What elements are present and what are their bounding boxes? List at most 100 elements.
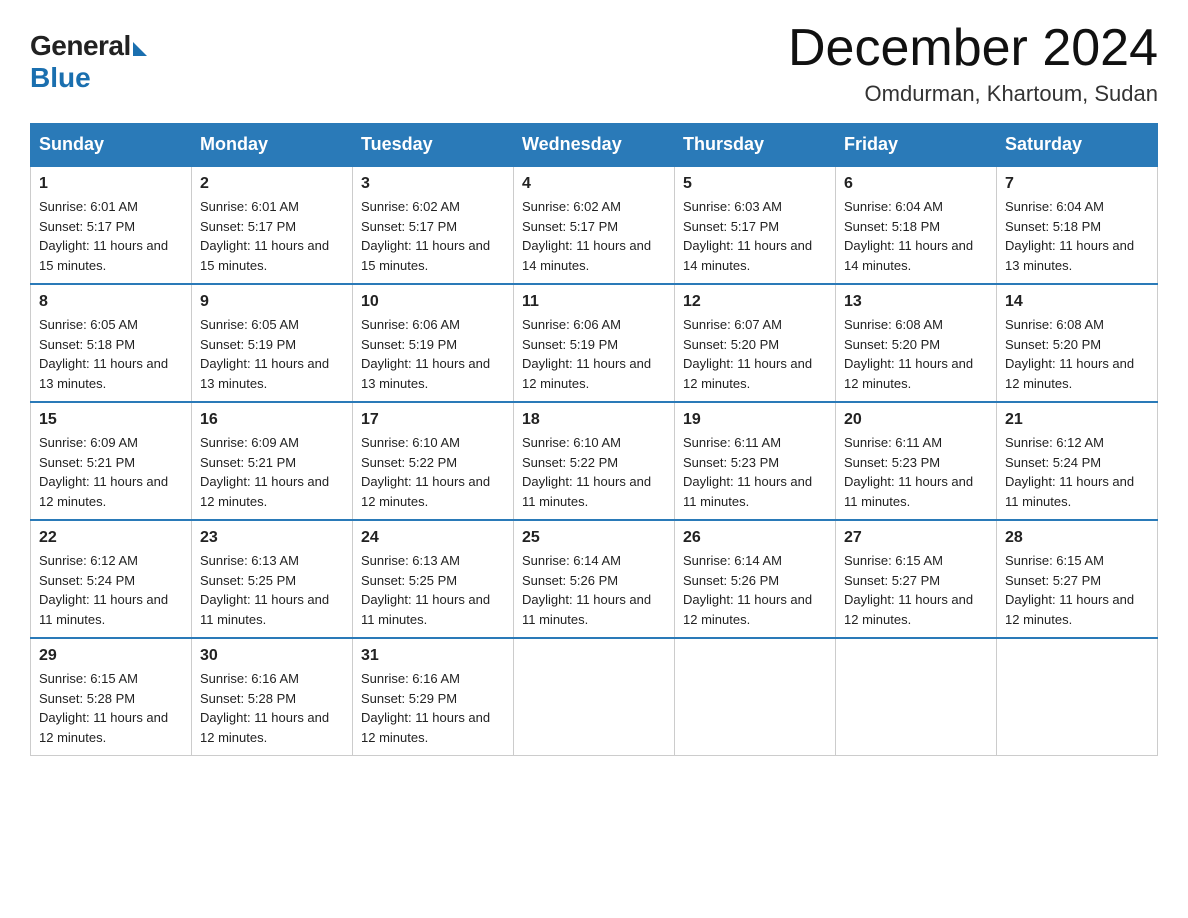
calendar-cell: 29 Sunrise: 6:15 AMSunset: 5:28 PMDaylig… bbox=[31, 638, 192, 756]
calendar-cell: 1 Sunrise: 6:01 AMSunset: 5:17 PMDayligh… bbox=[31, 166, 192, 284]
calendar-cell: 23 Sunrise: 6:13 AMSunset: 5:25 PMDaylig… bbox=[192, 520, 353, 638]
day-number: 24 bbox=[361, 529, 505, 547]
day-info: Sunrise: 6:08 AMSunset: 5:20 PMDaylight:… bbox=[1005, 315, 1149, 393]
day-number: 8 bbox=[39, 293, 183, 311]
day-header-wednesday: Wednesday bbox=[514, 124, 675, 167]
day-number: 23 bbox=[200, 529, 344, 547]
day-info: Sunrise: 6:15 AMSunset: 5:27 PMDaylight:… bbox=[844, 551, 988, 629]
day-number: 17 bbox=[361, 411, 505, 429]
day-number: 30 bbox=[200, 647, 344, 665]
day-number: 25 bbox=[522, 529, 666, 547]
calendar-cell: 9 Sunrise: 6:05 AMSunset: 5:19 PMDayligh… bbox=[192, 284, 353, 402]
day-info: Sunrise: 6:01 AMSunset: 5:17 PMDaylight:… bbox=[39, 197, 183, 275]
day-info: Sunrise: 6:16 AMSunset: 5:28 PMDaylight:… bbox=[200, 669, 344, 747]
logo: General Blue bbox=[30, 30, 147, 94]
day-info: Sunrise: 6:05 AMSunset: 5:18 PMDaylight:… bbox=[39, 315, 183, 393]
day-number: 11 bbox=[522, 293, 666, 311]
day-number: 16 bbox=[200, 411, 344, 429]
calendar-cell: 20 Sunrise: 6:11 AMSunset: 5:23 PMDaylig… bbox=[836, 402, 997, 520]
calendar-cell: 15 Sunrise: 6:09 AMSunset: 5:21 PMDaylig… bbox=[31, 402, 192, 520]
day-number: 13 bbox=[844, 293, 988, 311]
day-number: 5 bbox=[683, 175, 827, 193]
calendar-cell: 22 Sunrise: 6:12 AMSunset: 5:24 PMDaylig… bbox=[31, 520, 192, 638]
day-info: Sunrise: 6:03 AMSunset: 5:17 PMDaylight:… bbox=[683, 197, 827, 275]
day-number: 28 bbox=[1005, 529, 1149, 547]
day-info: Sunrise: 6:02 AMSunset: 5:17 PMDaylight:… bbox=[361, 197, 505, 275]
day-number: 1 bbox=[39, 175, 183, 193]
day-info: Sunrise: 6:05 AMSunset: 5:19 PMDaylight:… bbox=[200, 315, 344, 393]
calendar-cell: 4 Sunrise: 6:02 AMSunset: 5:17 PMDayligh… bbox=[514, 166, 675, 284]
day-info: Sunrise: 6:10 AMSunset: 5:22 PMDaylight:… bbox=[522, 433, 666, 511]
day-number: 6 bbox=[844, 175, 988, 193]
calendar-week-row: 8 Sunrise: 6:05 AMSunset: 5:18 PMDayligh… bbox=[31, 284, 1158, 402]
calendar-cell: 30 Sunrise: 6:16 AMSunset: 5:28 PMDaylig… bbox=[192, 638, 353, 756]
day-header-monday: Monday bbox=[192, 124, 353, 167]
calendar-cell bbox=[997, 638, 1158, 756]
day-info: Sunrise: 6:06 AMSunset: 5:19 PMDaylight:… bbox=[522, 315, 666, 393]
month-year-title: December 2024 bbox=[788, 20, 1158, 77]
day-info: Sunrise: 6:15 AMSunset: 5:28 PMDaylight:… bbox=[39, 669, 183, 747]
day-header-thursday: Thursday bbox=[675, 124, 836, 167]
day-info: Sunrise: 6:13 AMSunset: 5:25 PMDaylight:… bbox=[361, 551, 505, 629]
calendar-table: SundayMondayTuesdayWednesdayThursdayFrid… bbox=[30, 123, 1158, 756]
calendar-cell: 25 Sunrise: 6:14 AMSunset: 5:26 PMDaylig… bbox=[514, 520, 675, 638]
day-number: 9 bbox=[200, 293, 344, 311]
calendar-cell: 11 Sunrise: 6:06 AMSunset: 5:19 PMDaylig… bbox=[514, 284, 675, 402]
day-number: 31 bbox=[361, 647, 505, 665]
day-info: Sunrise: 6:01 AMSunset: 5:17 PMDaylight:… bbox=[200, 197, 344, 275]
day-number: 18 bbox=[522, 411, 666, 429]
day-info: Sunrise: 6:11 AMSunset: 5:23 PMDaylight:… bbox=[683, 433, 827, 511]
day-number: 22 bbox=[39, 529, 183, 547]
day-number: 15 bbox=[39, 411, 183, 429]
day-info: Sunrise: 6:06 AMSunset: 5:19 PMDaylight:… bbox=[361, 315, 505, 393]
day-number: 21 bbox=[1005, 411, 1149, 429]
day-info: Sunrise: 6:14 AMSunset: 5:26 PMDaylight:… bbox=[683, 551, 827, 629]
day-info: Sunrise: 6:07 AMSunset: 5:20 PMDaylight:… bbox=[683, 315, 827, 393]
day-number: 10 bbox=[361, 293, 505, 311]
calendar-header-row: SundayMondayTuesdayWednesdayThursdayFrid… bbox=[31, 124, 1158, 167]
day-info: Sunrise: 6:15 AMSunset: 5:27 PMDaylight:… bbox=[1005, 551, 1149, 629]
calendar-cell: 10 Sunrise: 6:06 AMSunset: 5:19 PMDaylig… bbox=[353, 284, 514, 402]
day-info: Sunrise: 6:11 AMSunset: 5:23 PMDaylight:… bbox=[844, 433, 988, 511]
calendar-cell: 6 Sunrise: 6:04 AMSunset: 5:18 PMDayligh… bbox=[836, 166, 997, 284]
calendar-cell: 2 Sunrise: 6:01 AMSunset: 5:17 PMDayligh… bbox=[192, 166, 353, 284]
calendar-cell: 26 Sunrise: 6:14 AMSunset: 5:26 PMDaylig… bbox=[675, 520, 836, 638]
calendar-cell: 12 Sunrise: 6:07 AMSunset: 5:20 PMDaylig… bbox=[675, 284, 836, 402]
day-header-tuesday: Tuesday bbox=[353, 124, 514, 167]
day-number: 12 bbox=[683, 293, 827, 311]
day-info: Sunrise: 6:08 AMSunset: 5:20 PMDaylight:… bbox=[844, 315, 988, 393]
day-info: Sunrise: 6:12 AMSunset: 5:24 PMDaylight:… bbox=[39, 551, 183, 629]
title-block: December 2024 Omdurman, Khartoum, Sudan bbox=[788, 20, 1158, 107]
day-info: Sunrise: 6:10 AMSunset: 5:22 PMDaylight:… bbox=[361, 433, 505, 511]
day-info: Sunrise: 6:02 AMSunset: 5:17 PMDaylight:… bbox=[522, 197, 666, 275]
day-number: 29 bbox=[39, 647, 183, 665]
calendar-cell: 17 Sunrise: 6:10 AMSunset: 5:22 PMDaylig… bbox=[353, 402, 514, 520]
logo-arrow-icon bbox=[133, 42, 147, 56]
calendar-cell: 3 Sunrise: 6:02 AMSunset: 5:17 PMDayligh… bbox=[353, 166, 514, 284]
day-info: Sunrise: 6:09 AMSunset: 5:21 PMDaylight:… bbox=[39, 433, 183, 511]
day-number: 3 bbox=[361, 175, 505, 193]
day-number: 27 bbox=[844, 529, 988, 547]
calendar-cell: 5 Sunrise: 6:03 AMSunset: 5:17 PMDayligh… bbox=[675, 166, 836, 284]
calendar-cell bbox=[514, 638, 675, 756]
day-info: Sunrise: 6:13 AMSunset: 5:25 PMDaylight:… bbox=[200, 551, 344, 629]
day-info: Sunrise: 6:04 AMSunset: 5:18 PMDaylight:… bbox=[1005, 197, 1149, 275]
calendar-cell: 7 Sunrise: 6:04 AMSunset: 5:18 PMDayligh… bbox=[997, 166, 1158, 284]
day-number: 19 bbox=[683, 411, 827, 429]
calendar-cell: 24 Sunrise: 6:13 AMSunset: 5:25 PMDaylig… bbox=[353, 520, 514, 638]
calendar-cell: 31 Sunrise: 6:16 AMSunset: 5:29 PMDaylig… bbox=[353, 638, 514, 756]
day-info: Sunrise: 6:09 AMSunset: 5:21 PMDaylight:… bbox=[200, 433, 344, 511]
day-number: 4 bbox=[522, 175, 666, 193]
day-number: 20 bbox=[844, 411, 988, 429]
day-number: 14 bbox=[1005, 293, 1149, 311]
page-header: General Blue December 2024 Omdurman, Kha… bbox=[30, 20, 1158, 107]
day-info: Sunrise: 6:04 AMSunset: 5:18 PMDaylight:… bbox=[844, 197, 988, 275]
day-info: Sunrise: 6:12 AMSunset: 5:24 PMDaylight:… bbox=[1005, 433, 1149, 511]
calendar-cell bbox=[836, 638, 997, 756]
calendar-cell bbox=[675, 638, 836, 756]
calendar-week-row: 15 Sunrise: 6:09 AMSunset: 5:21 PMDaylig… bbox=[31, 402, 1158, 520]
calendar-cell: 16 Sunrise: 6:09 AMSunset: 5:21 PMDaylig… bbox=[192, 402, 353, 520]
day-header-saturday: Saturday bbox=[997, 124, 1158, 167]
calendar-week-row: 1 Sunrise: 6:01 AMSunset: 5:17 PMDayligh… bbox=[31, 166, 1158, 284]
logo-blue-text: Blue bbox=[30, 62, 91, 94]
